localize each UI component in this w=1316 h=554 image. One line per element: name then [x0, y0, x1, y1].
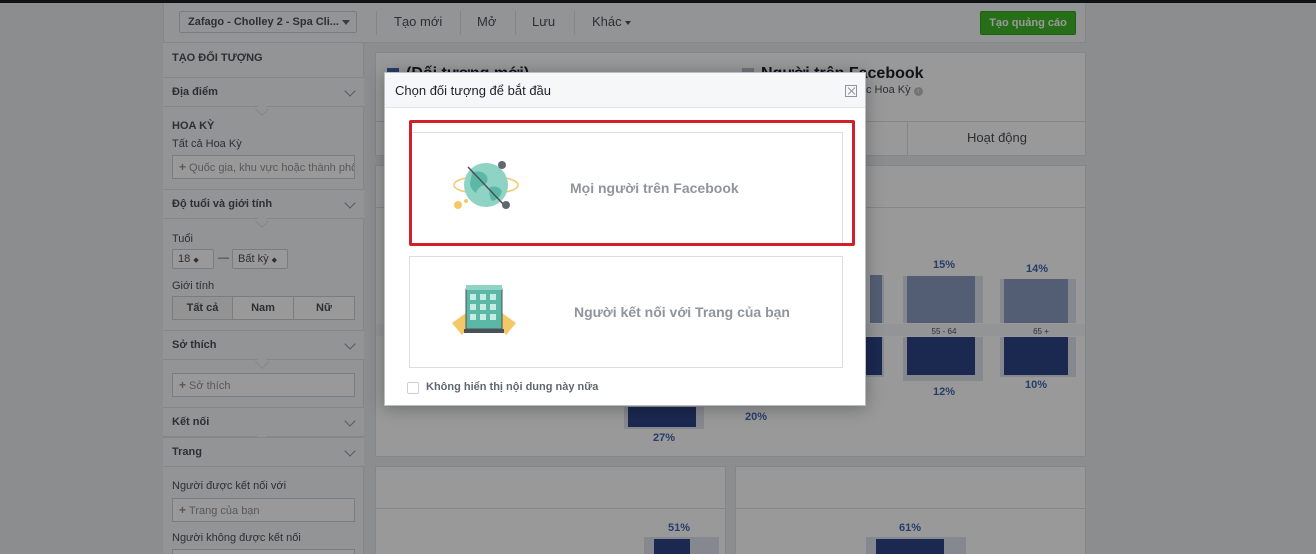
dont-show-label[interactable]: Không hiển thị nội dung này nữa — [426, 381, 598, 393]
building-icon — [452, 285, 516, 335]
dialog-title: Chọn đối tượng để bắt đầu — [395, 83, 552, 98]
close-icon[interactable] — [845, 85, 857, 97]
dont-show-checkbox[interactable] — [407, 382, 419, 394]
option-page-card[interactable]: Người kết nối với Trang của bạn — [409, 256, 843, 368]
option-page-label: Người kết nối với Trang của bạn — [574, 304, 790, 320]
dialog-header: Chọn đối tượng để bắt đầu — [385, 73, 865, 108]
selection-highlight-frame — [409, 120, 855, 246]
